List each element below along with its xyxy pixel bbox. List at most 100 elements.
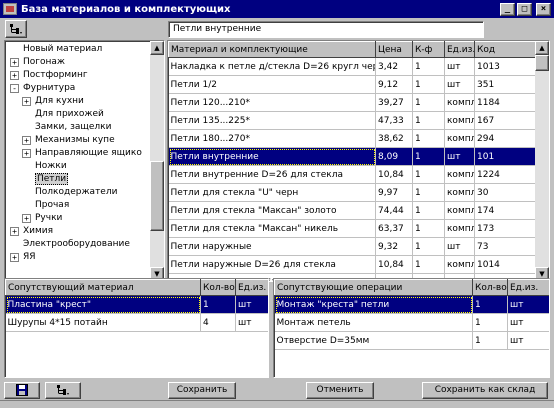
- collapse-minus-icon[interactable]: -: [10, 84, 19, 93]
- save-disk-button[interactable]: [4, 382, 40, 399]
- table-row[interactable]: Шурупы 4*15 потайн 4 шт: [5, 313, 268, 332]
- tree-tool-button-bottom[interactable]: [45, 382, 81, 399]
- tree-item[interactable]: Направляющие ящико: [35, 147, 142, 160]
- table-cell: шт: [444, 57, 475, 76]
- tree-item[interactable]: Механизмы купе: [35, 134, 115, 147]
- tree-item[interactable]: Химия: [23, 225, 53, 238]
- table-row[interactable]: Петли внутренние 8,09 1 шт 101: [168, 147, 536, 166]
- tree-tool-button[interactable]: [5, 20, 27, 38]
- materials-column-header[interactable]: К-ф: [412, 41, 445, 58]
- table-cell: компл: [444, 219, 475, 238]
- tree-item-label: Погонаж: [23, 57, 66, 67]
- related-materials-grid[interactable]: Сопутствующий материал Кол-во Ед.из. Пласт…: [4, 278, 269, 378]
- related-materials-table: Сопутствующий материал Кол-во Ед.из. Пласт…: [5, 279, 268, 332]
- related-operations-column-header[interactable]: Сопутствующие операции: [274, 279, 473, 296]
- table-row[interactable]: Петли внутренние D=26 для стекла 10,84 1 ко…: [168, 165, 536, 184]
- category-tree[interactable]: Новый материал + Погонаж + Постформинг - Фурни…: [4, 40, 165, 282]
- table-row[interactable]: Петли наружные D=26 для стекла 10,84 1 комп…: [168, 255, 536, 274]
- materials-grid[interactable]: Материал и комплектующие Цена К-ф Ед.из. Код…: [167, 40, 550, 282]
- table-row[interactable]: Монтаж петель 1 шт: [274, 313, 549, 332]
- table-row[interactable]: Петли 135...225* 47,33 1 компл 167: [168, 111, 536, 130]
- cancel-button[interactable]: Отменить: [306, 382, 374, 399]
- table-cell: 167: [474, 111, 536, 130]
- table-row[interactable]: Накладка к петле д/стекла D=26 кругл чер…: [168, 57, 536, 76]
- table-cell: 1: [412, 165, 445, 184]
- materials-column-header[interactable]: Код: [474, 41, 536, 58]
- tree-item[interactable]: Ножки: [35, 160, 67, 173]
- table-row[interactable]: Петли для стекла "Максан" никель 63,37 1 ко…: [168, 219, 536, 238]
- expand-plus-icon[interactable]: +: [10, 58, 19, 67]
- tree-scrollbar[interactable]: ▲ ▼: [150, 41, 164, 281]
- table-row[interactable]: Петли 180...270* 38,62 1 компл 294: [168, 129, 536, 148]
- search-input[interactable]: Петли внутренние: [168, 21, 484, 38]
- tree-item[interactable]: Петли: [35, 173, 69, 186]
- minimize-button[interactable]: _: [500, 2, 515, 16]
- tree-item[interactable]: ЯЯ: [23, 251, 36, 264]
- scroll-thumb[interactable]: [535, 55, 549, 71]
- table-cell: шт: [444, 75, 475, 94]
- table-row[interactable]: Отверстие D=35мм 1 шт: [274, 331, 549, 350]
- expand-plus-icon[interactable]: +: [10, 71, 19, 80]
- tree-item[interactable]: Полкодержатели: [35, 186, 117, 199]
- tree-item[interactable]: Постформинг: [23, 69, 88, 82]
- tree-item[interactable]: Для прихожей: [35, 108, 104, 121]
- related-operations-column-header[interactable]: Ед.из.: [507, 279, 549, 296]
- table-cell: 1224: [474, 165, 536, 184]
- tree-item[interactable]: Замки, защелки: [35, 121, 111, 134]
- tree-item[interactable]: Ручки: [35, 212, 62, 225]
- close-button[interactable]: ×: [536, 2, 551, 16]
- table-cell: 1: [472, 331, 508, 350]
- save-as-stock-button[interactable]: Сохранить как склад: [422, 382, 548, 399]
- table-cell: Петли внутренние: [168, 147, 376, 166]
- table-cell: 1: [412, 237, 445, 256]
- related-materials-column-header[interactable]: Кол-во: [200, 279, 236, 296]
- table-row[interactable]: Пластина "крест" 1 шт: [5, 295, 268, 314]
- save-button[interactable]: Сохранить: [168, 382, 236, 399]
- table-cell: 39,27: [375, 93, 413, 112]
- tree-item[interactable]: Фурнитура: [23, 82, 75, 95]
- expand-plus-icon[interactable]: +: [10, 253, 19, 262]
- tree-item[interactable]: Погонаж: [23, 56, 65, 69]
- related-operations-column-header[interactable]: Кол-во: [472, 279, 508, 296]
- expand-plus-icon[interactable]: +: [22, 97, 31, 106]
- materials-column-header[interactable]: Цена: [375, 41, 413, 58]
- materials-column-header[interactable]: Материал и комплектующие: [168, 41, 376, 58]
- table-row[interactable]: Петли для стекла "Максан" золото 74,44 1 ко…: [168, 201, 536, 220]
- table-cell: 30: [474, 183, 536, 202]
- table-cell: 173: [474, 219, 536, 238]
- related-materials-column-header[interactable]: Сопутствующий материал: [5, 279, 201, 296]
- expand-plus-icon[interactable]: +: [22, 136, 31, 145]
- related-operations-table: Сопутствующие операции Кол-во Ед.из. Монта…: [274, 279, 549, 350]
- table-cell: 1013: [474, 57, 536, 76]
- table-row[interactable]: Петли 120...210* 39,27 1 компл 1184: [168, 93, 536, 112]
- table-row[interactable]: Монтаж "креста" петли 1 шт: [274, 295, 549, 314]
- tree-item-label: Ручки: [35, 213, 63, 223]
- table-cell: Петли для стекла "Максан" золото: [168, 201, 376, 220]
- maximize-button[interactable]: □: [517, 2, 532, 16]
- expand-plus-icon[interactable]: +: [22, 214, 31, 223]
- title-bar: База материалов и комплектующих _ □ ×: [0, 0, 554, 18]
- table-cell: 1: [412, 183, 445, 202]
- materials-column-header[interactable]: Ед.из.: [444, 41, 475, 58]
- expand-plus-icon[interactable]: +: [22, 149, 31, 158]
- tree-item[interactable]: Для кухни: [35, 95, 84, 108]
- table-row[interactable]: Петли 1/2 9,12 1 шт 351: [168, 75, 536, 94]
- scroll-up-arrow-icon[interactable]: ▲: [150, 41, 164, 55]
- table-cell: 63,37: [375, 219, 413, 238]
- expand-plus-icon[interactable]: +: [10, 227, 19, 236]
- table-cell: 294: [474, 129, 536, 148]
- table-cell: Шурупы 4*15 потайн: [5, 313, 201, 332]
- table-row[interactable]: Петли для стекла "U" черн 9,97 1 компл 30: [168, 183, 536, 202]
- table-cell: 38,62: [375, 129, 413, 148]
- tree-item[interactable]: Новый материал: [23, 43, 102, 56]
- related-operations-grid[interactable]: Сопутствующие операции Кол-во Ед.из. Монта…: [273, 278, 550, 378]
- scroll-thumb[interactable]: [150, 161, 164, 231]
- table-cell: Монтаж "креста" петли: [274, 295, 473, 314]
- table-row[interactable]: Петли наружные 9,32 1 шт 73: [168, 237, 536, 256]
- scroll-up-arrow-icon[interactable]: ▲: [535, 41, 549, 55]
- materials-scrollbar[interactable]: ▲ ▼: [535, 41, 549, 281]
- tree-item-label: Постформинг: [23, 70, 88, 80]
- tree-item[interactable]: Прочая: [35, 199, 69, 212]
- tree-item[interactable]: Электрооборудование: [23, 238, 130, 251]
- related-materials-column-header[interactable]: Ед.из.: [235, 279, 268, 296]
